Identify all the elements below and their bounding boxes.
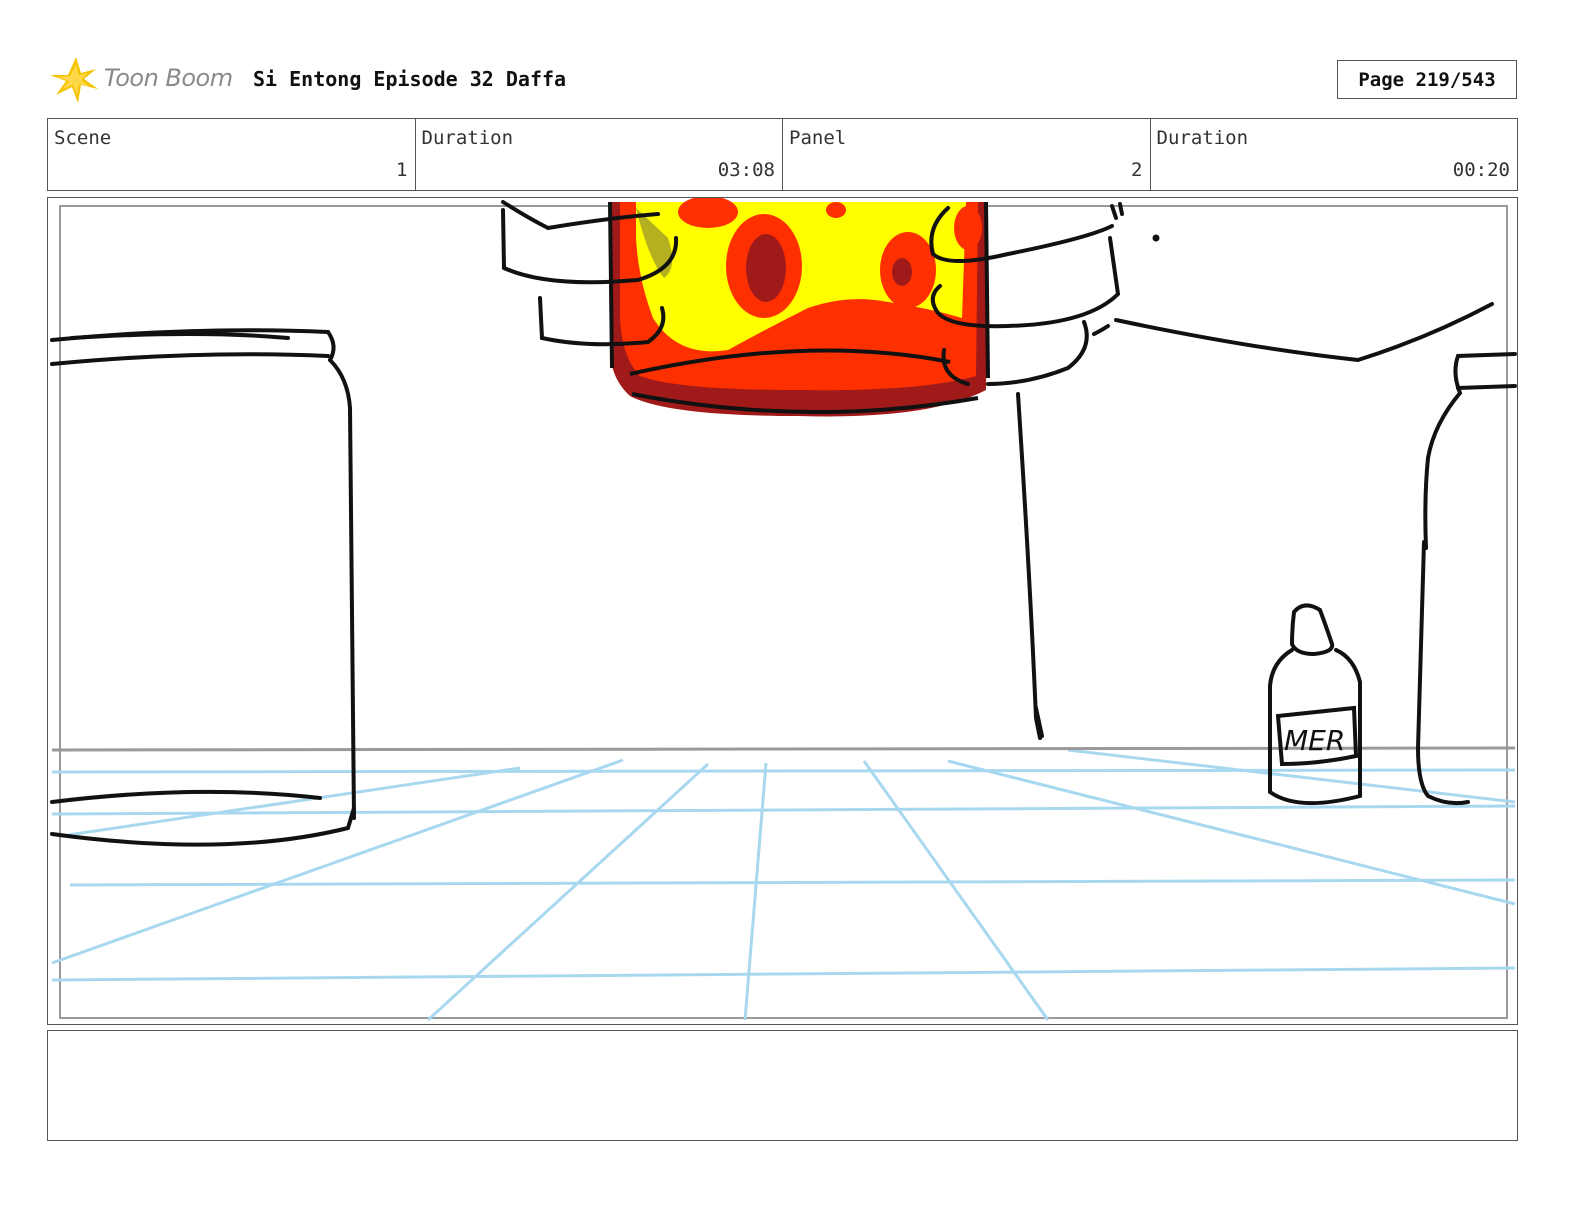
panel-label: Panel: [789, 127, 847, 149]
scene-value: 1: [396, 159, 408, 181]
panel-sketch: MER: [50, 198, 1517, 1022]
scene-duration-value: 03:08: [717, 159, 775, 181]
page-indicator: Page 219/543: [1337, 60, 1517, 99]
scene-label: Scene: [54, 127, 112, 149]
project-title: Si Entong Episode 32 Daffa: [253, 67, 567, 91]
floor-grid: [51, 748, 1516, 1022]
panel-duration-cell: Duration 00:20: [1151, 119, 1518, 190]
scene-cell: Scene 1: [48, 119, 416, 190]
left-jar: [50, 328, 356, 847]
panel-duration-value: 00:20: [1452, 159, 1510, 181]
storyboard-panel: MER: [47, 197, 1518, 1025]
panel-value: 2: [1131, 159, 1143, 181]
panel-notes-box[interactable]: [47, 1030, 1518, 1141]
scene-duration-label: Duration: [421, 127, 514, 149]
panel-cell: Panel 2: [783, 119, 1151, 190]
panel-duration-label: Duration: [1156, 127, 1249, 149]
scene-duration-cell: Duration 03:08: [416, 119, 783, 190]
background-lines: [1016, 302, 1517, 806]
bottle-label: MER: [1284, 724, 1345, 757]
scene-info-table: Scene 1 Duration 03:08 Panel 2 Duration …: [47, 118, 1518, 191]
small-bottle: MER: [1268, 603, 1362, 806]
logo-text: Toon Boom: [104, 64, 233, 92]
